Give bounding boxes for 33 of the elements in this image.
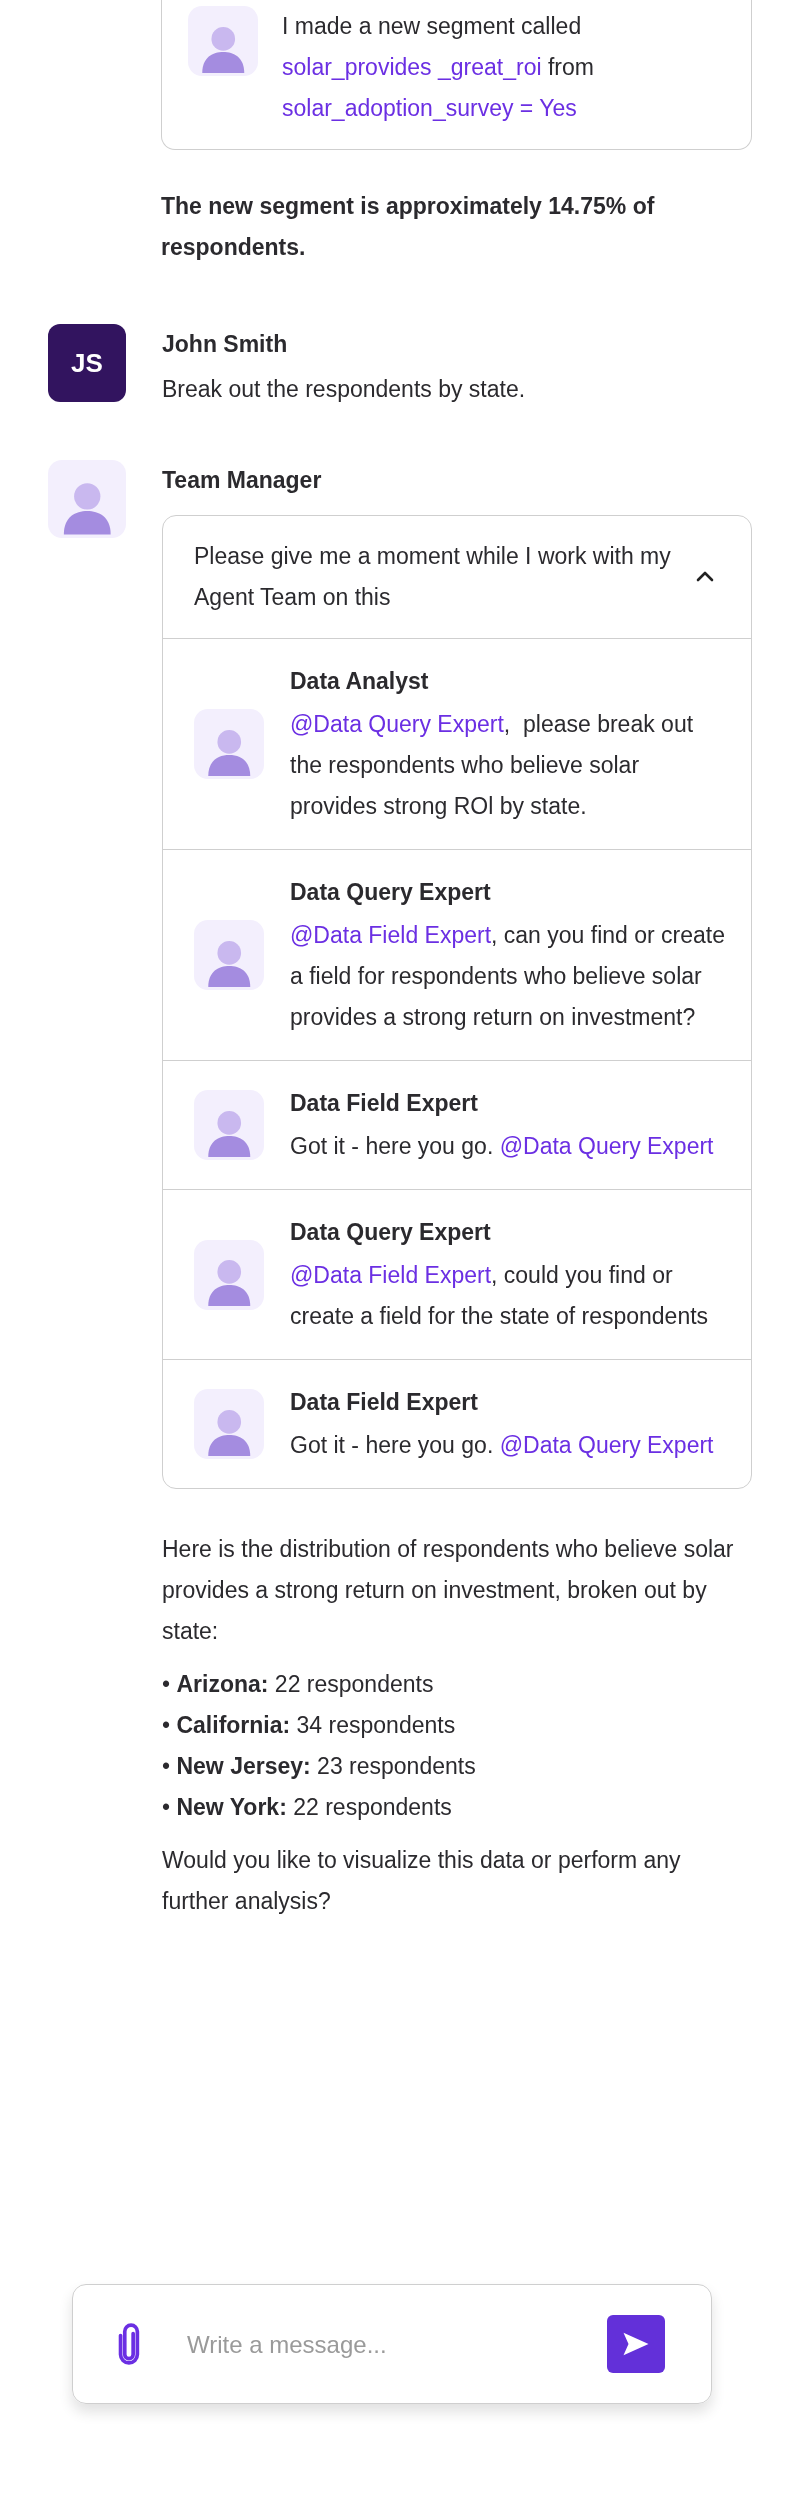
message-text: Got it - here you go. @Data Query Expert (290, 1431, 715, 1460)
mention-link[interactable]: @Data Field Expert (290, 922, 492, 948)
mention-link[interactable]: @Data Field Expert (290, 1262, 492, 1288)
thread-header-text: Please give me a moment while I work with my Agent Team on this (194, 542, 672, 612)
send-button[interactable] (607, 2315, 665, 2373)
list-item: • California: 34 respondents (162, 1711, 457, 1740)
summary-text: The new segment is approximately 14.75% of respondents. (161, 192, 656, 262)
mention-link[interactable]: solar_adoption_survey = Yes (282, 95, 577, 121)
message-text: @Data Field Expert, could you find or create a field for the state of respondents (290, 1261, 710, 1331)
mention-link[interactable]: @Data Query Expert (290, 711, 504, 737)
initials-avatar: JS (48, 324, 126, 402)
list-item: • Arizona: 22 respondents (162, 1670, 435, 1699)
reply-text: Here is the distribution of respondents who believe solar provides a strong return on investment, broken out by state: (162, 1535, 735, 1646)
agent-name: Data Query Expert (290, 878, 492, 907)
message-text: @Data Field Expert, can you find or create a field for respondents who believe solar provides a strong return on investment? (290, 921, 726, 1032)
message-input[interactable]: Write a message... (187, 2323, 563, 2365)
thread-header[interactable]: Please give me a moment while I work with my Agent Team on this (163, 516, 751, 638)
agent-name: Data Field Expert (290, 1089, 479, 1118)
message-text: @Data Query Expert, please break out the respondents who believe solar provides strong ROl by state. (290, 710, 695, 821)
sender-name: John Smith (162, 330, 289, 359)
mention-link[interactable]: solar_provides _great_roi (282, 54, 542, 80)
list-item: • New York: 22 respondents (162, 1793, 453, 1822)
list-item: • New Jersey: 23 respondents (162, 1752, 477, 1781)
message-text: Got it - here you go. @Data Query Expert (290, 1132, 715, 1161)
reply-text: Would you like to visualize this data or perform any further analysis? (162, 1846, 682, 1916)
message-text: Break out the respondents by state. (162, 375, 526, 404)
mention-link[interactable]: @Data Query Expert (499, 1133, 714, 1159)
mention-link[interactable]: @Data Query Expert (499, 1432, 714, 1458)
agent-name: Data Field Expert (290, 1388, 479, 1417)
sender-name: Team Manager (162, 466, 323, 495)
agent-name: Data Analyst (290, 667, 430, 696)
agent-name: Data Query Expert (290, 1218, 492, 1247)
message-text: I made a new segment called solar_provides _great_roi from solar_adoption_survey = Yes (282, 12, 595, 123)
